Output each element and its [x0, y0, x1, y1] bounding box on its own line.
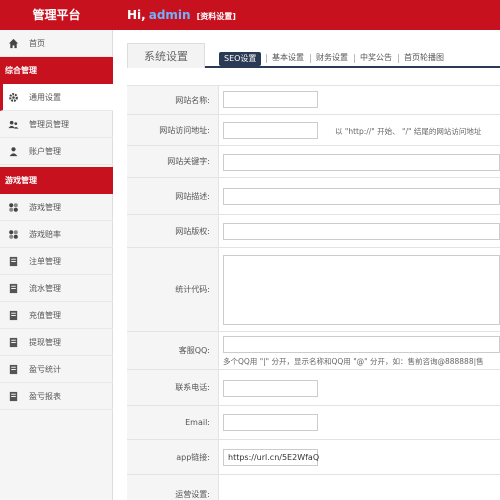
tab-divider — [266, 54, 267, 63]
operations-label: 运营设置: — [127, 475, 219, 500]
stats-code-label: 统计代码: — [127, 248, 219, 331]
sidebar-item-account-management[interactable]: 账户管理 — [0, 138, 113, 165]
app-link-label: app链接: — [127, 440, 219, 474]
sidebar-group-game: 游戏管理 — [0, 167, 113, 194]
sidebar-item-label: 提现管理 — [29, 338, 61, 347]
user-icon — [9, 147, 18, 157]
sidebar-item-label: 首页 — [29, 39, 45, 48]
service-qq-input[interactable] — [223, 336, 500, 353]
email-input[interactable] — [223, 414, 318, 431]
sidebar-item-label: 游戏赔率 — [29, 230, 61, 239]
tab-bar: 系统设置 SEO设置 基本设置 财务设置 中奖公告 首页轮播图 — [127, 43, 500, 68]
sidebar-item-withdraw-management[interactable]: 提现管理 — [0, 329, 113, 356]
greeting: Hi, admin [资料设置] — [127, 0, 236, 30]
document-icon — [9, 391, 18, 402]
main-content: 系统设置 SEO设置 基本设置 财务设置 中奖公告 首页轮播图 网站名称: 网站… — [114, 30, 500, 500]
sidebar-item-game-management[interactable]: 游戏管理 — [0, 194, 113, 221]
site-name-input[interactable] — [223, 91, 318, 108]
sidebar-item-label: 通用设置 — [29, 93, 61, 102]
top-bar: 管理平台 Hi, admin [资料设置] — [0, 0, 500, 30]
service-qq-label: 客服QQ: — [127, 332, 219, 369]
form-row-service-qq: 客服QQ: 多个QQ用 "|" 分开，显示名称和QQ用 "@" 分开，如：售前咨… — [127, 332, 500, 370]
document-icon — [9, 310, 18, 321]
sidebar-item-game-odds[interactable]: 游戏赔率 — [0, 221, 113, 248]
tab-basic-settings[interactable]: 基本设置 — [272, 51, 304, 65]
users-icon — [8, 120, 19, 129]
email-label: Email: — [127, 406, 219, 439]
sidebar-item-label: 注单管理 — [29, 257, 61, 266]
sidebar-item-label: 账户管理 — [29, 147, 61, 156]
sidebar-item-general-settings[interactable]: 通用设置 — [0, 84, 113, 111]
grid-icon — [9, 230, 18, 239]
sidebar-item-label: 管理员管理 — [29, 120, 69, 129]
sidebar-item-profit-stats[interactable]: 盈亏统计 — [0, 356, 113, 383]
document-icon — [9, 283, 18, 294]
phone-label: 联系电话: — [127, 370, 219, 405]
sidebar-item-home[interactable]: 首页 — [0, 30, 113, 57]
sidebar-item-label: 盈亏统计 — [29, 365, 61, 374]
copyright-input[interactable] — [223, 223, 500, 240]
keywords-label: 网站关键字: — [127, 146, 219, 177]
phone-input[interactable] — [223, 380, 318, 397]
grid-icon — [9, 203, 18, 212]
sidebar-item-profit-report[interactable]: 盈亏报表 — [0, 383, 113, 410]
site-name-label: 网站名称: — [127, 86, 219, 114]
document-icon — [9, 364, 18, 375]
gear-icon — [9, 93, 18, 102]
tab-seo-settings[interactable]: SEO设置 — [219, 52, 262, 66]
document-icon — [9, 256, 18, 267]
form-row-site-name: 网站名称: — [127, 85, 500, 115]
greeting-prefix: Hi, — [127, 8, 146, 22]
sidebar-item-bet-management[interactable]: 注单管理 — [0, 248, 113, 275]
app-link-input[interactable]: https://url.cn/5E2WfaQ — [223, 449, 319, 466]
sidebar-item-recharge-management[interactable]: 充值管理 — [0, 302, 113, 329]
tab-home-carousel[interactable]: 首页轮播图 — [404, 51, 444, 65]
form-row-app-link: app链接: https://url.cn/5E2WfaQ — [127, 440, 500, 475]
site-url-hint: 以 "http://" 开始、 "/" 结尾的网站访问地址 — [335, 127, 482, 136]
description-label: 网站描述: — [127, 178, 219, 214]
profile-settings-link[interactable]: [资料设置] — [197, 12, 236, 21]
form-row-stats-code: 统计代码: — [127, 248, 500, 332]
sidebar-item-label: 盈亏报表 — [29, 392, 61, 401]
sidebar-item-label: 流水管理 — [29, 284, 61, 293]
stats-code-textarea[interactable] — [223, 255, 500, 325]
tab-divider — [354, 54, 355, 63]
form-row-phone: 联系电话: — [127, 370, 500, 406]
tab-divider — [310, 54, 311, 63]
site-url-label: 网站访问地址: — [127, 115, 219, 145]
tab-finance-settings[interactable]: 财务设置 — [316, 51, 348, 65]
sidebar-item-label: 游戏管理 — [29, 203, 61, 212]
brand-title: 管理平台 — [32, 8, 81, 22]
form-row-email: Email: — [127, 406, 500, 440]
description-input[interactable] — [223, 188, 500, 205]
form-row-description: 网站描述: — [127, 178, 500, 215]
sidebar-item-turnover-management[interactable]: 流水管理 — [0, 275, 113, 302]
form-row-keywords: 网站关键字: — [127, 146, 500, 178]
copyright-label: 网站版权: — [127, 215, 219, 247]
sidebar-item-admin-management[interactable]: 管理员管理 — [0, 111, 113, 138]
document-icon — [9, 337, 18, 348]
form-row-copyright: 网站版权: — [127, 215, 500, 248]
home-icon — [8, 38, 19, 49]
site-url-input[interactable] — [223, 122, 318, 139]
sidebar: 首页 综合管理 通用设置 管理员管理 账户管理 游戏管理 游戏管理 游戏赔率 注… — [0, 30, 113, 500]
sidebar-group-general: 综合管理 — [0, 57, 113, 84]
form-row-operations: 运营设置: — [127, 475, 500, 500]
form-row-site-url: 网站访问地址: 以 "http://" 开始、 "/" 结尾的网站访问地址 — [127, 115, 500, 146]
sidebar-item-label: 充值管理 — [29, 311, 61, 320]
tab-winning-notice[interactable]: 中奖公告 — [360, 51, 392, 65]
tab-divider — [398, 54, 399, 63]
service-qq-hint: 多个QQ用 "|" 分开，显示名称和QQ用 "@" 分开，如：售前咨询@8888… — [223, 357, 484, 366]
seo-settings-form: 网站名称: 网站访问地址: 以 "http://" 开始、 "/" 结尾的网站访… — [127, 85, 500, 500]
section-title: 系统设置 — [127, 43, 205, 68]
username: admin — [148, 8, 191, 22]
keywords-input[interactable] — [223, 154, 500, 171]
